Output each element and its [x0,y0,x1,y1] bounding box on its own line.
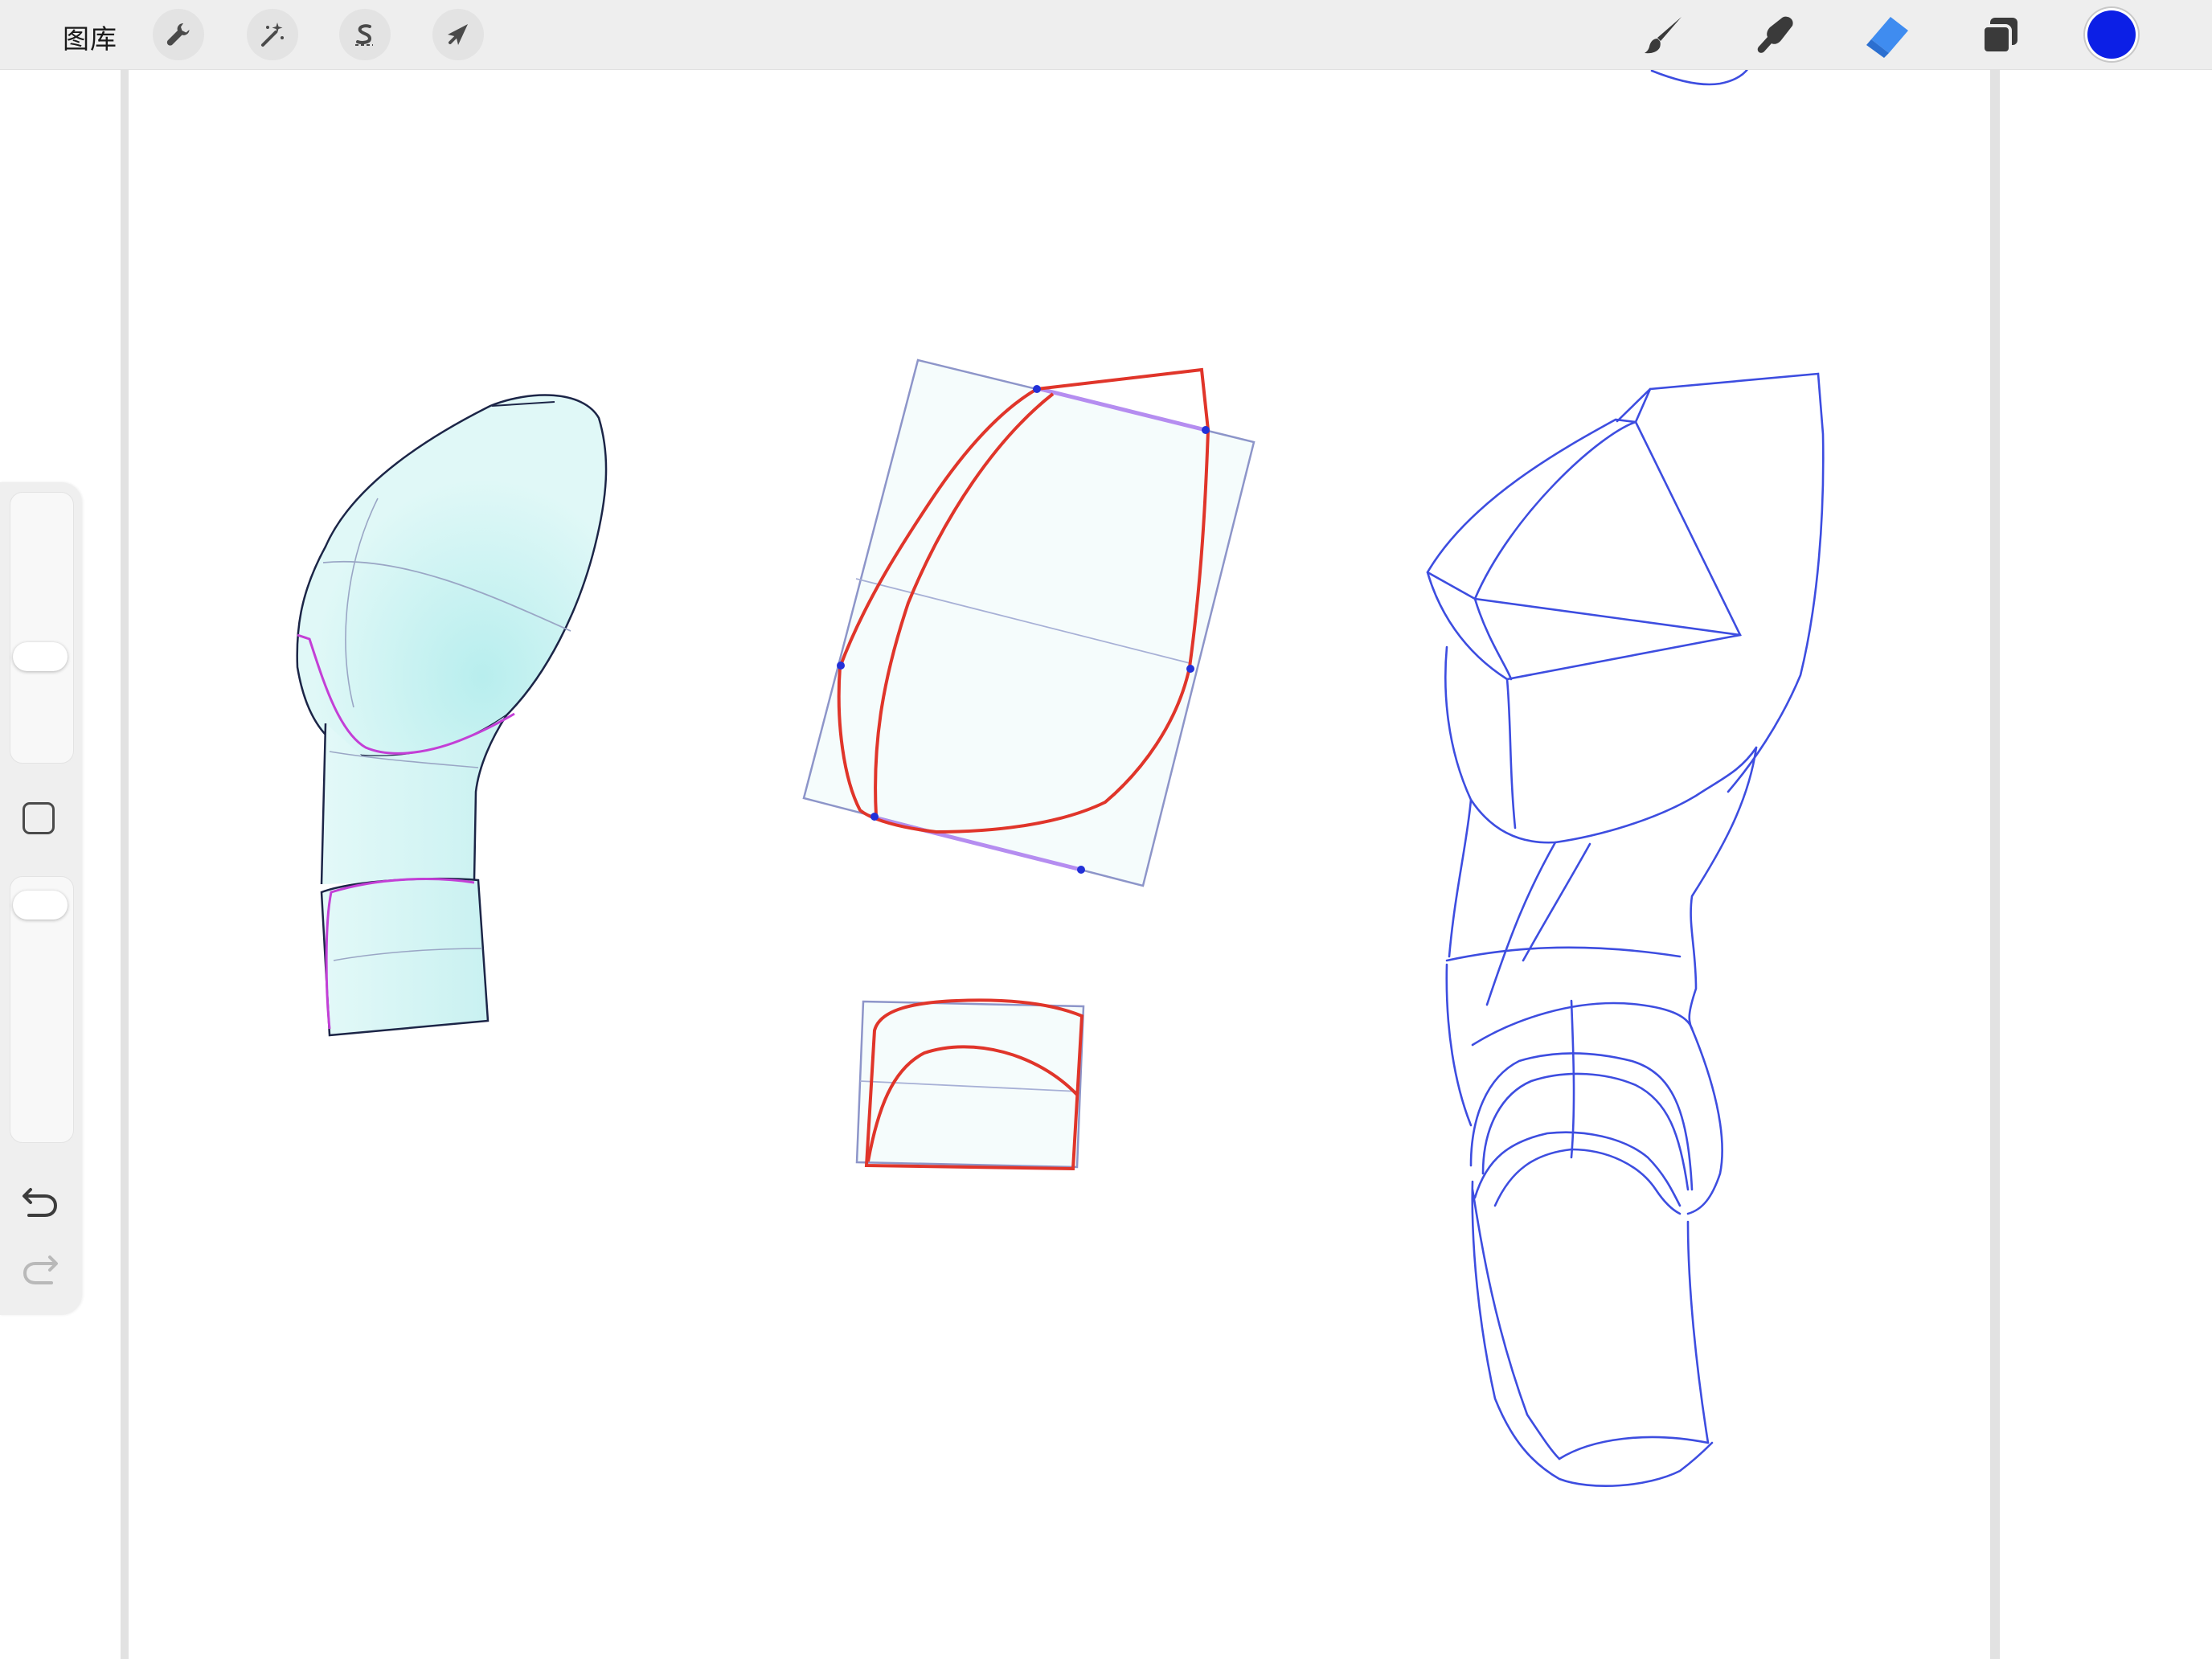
modify-button[interactable] [23,802,55,834]
eraser-icon [1866,17,1908,58]
brush-size-slider[interactable] [10,492,74,764]
brush-tool-button[interactable] [1638,10,1690,61]
smudge-tool-button[interactable] [1749,10,1800,61]
layers-icon [1981,18,2017,55]
gallery-button[interactable]: 图库 [63,18,117,56]
magic-wand-icon [261,23,284,47]
transform-button[interactable] [432,9,484,60]
actions-button[interactable] [153,9,204,60]
wrench-icon [166,23,190,46]
smudge-finger-icon [1757,16,1793,53]
color-picker-swatch[interactable] [2087,10,2136,59]
brush-size-slider-thumb[interactable] [13,642,68,672]
selection-button[interactable] [339,9,391,60]
undo-icon[interactable] [19,1185,61,1220]
adjustments-button[interactable] [247,9,298,60]
eraser-tool-button[interactable] [1862,10,1913,61]
arrow-cursor-icon [448,24,468,45]
blue-line-arm-sketch [1426,67,1825,1488]
redo-icon[interactable] [19,1252,61,1288]
red-construction-boxes [802,358,1256,1171]
shaded-arm-form [296,394,608,1037]
canvas-artwork [296,67,1825,1488]
selection-s-icon [355,24,373,46]
layers-button[interactable] [1974,10,2026,61]
brush-opacity-slider-thumb[interactable] [13,890,68,920]
left-sidebar [0,482,82,1315]
procreate-app: 图库 [0,0,2212,1659]
top-toolbar: 图库 [0,0,2212,70]
brush-icon [1645,17,1682,54]
